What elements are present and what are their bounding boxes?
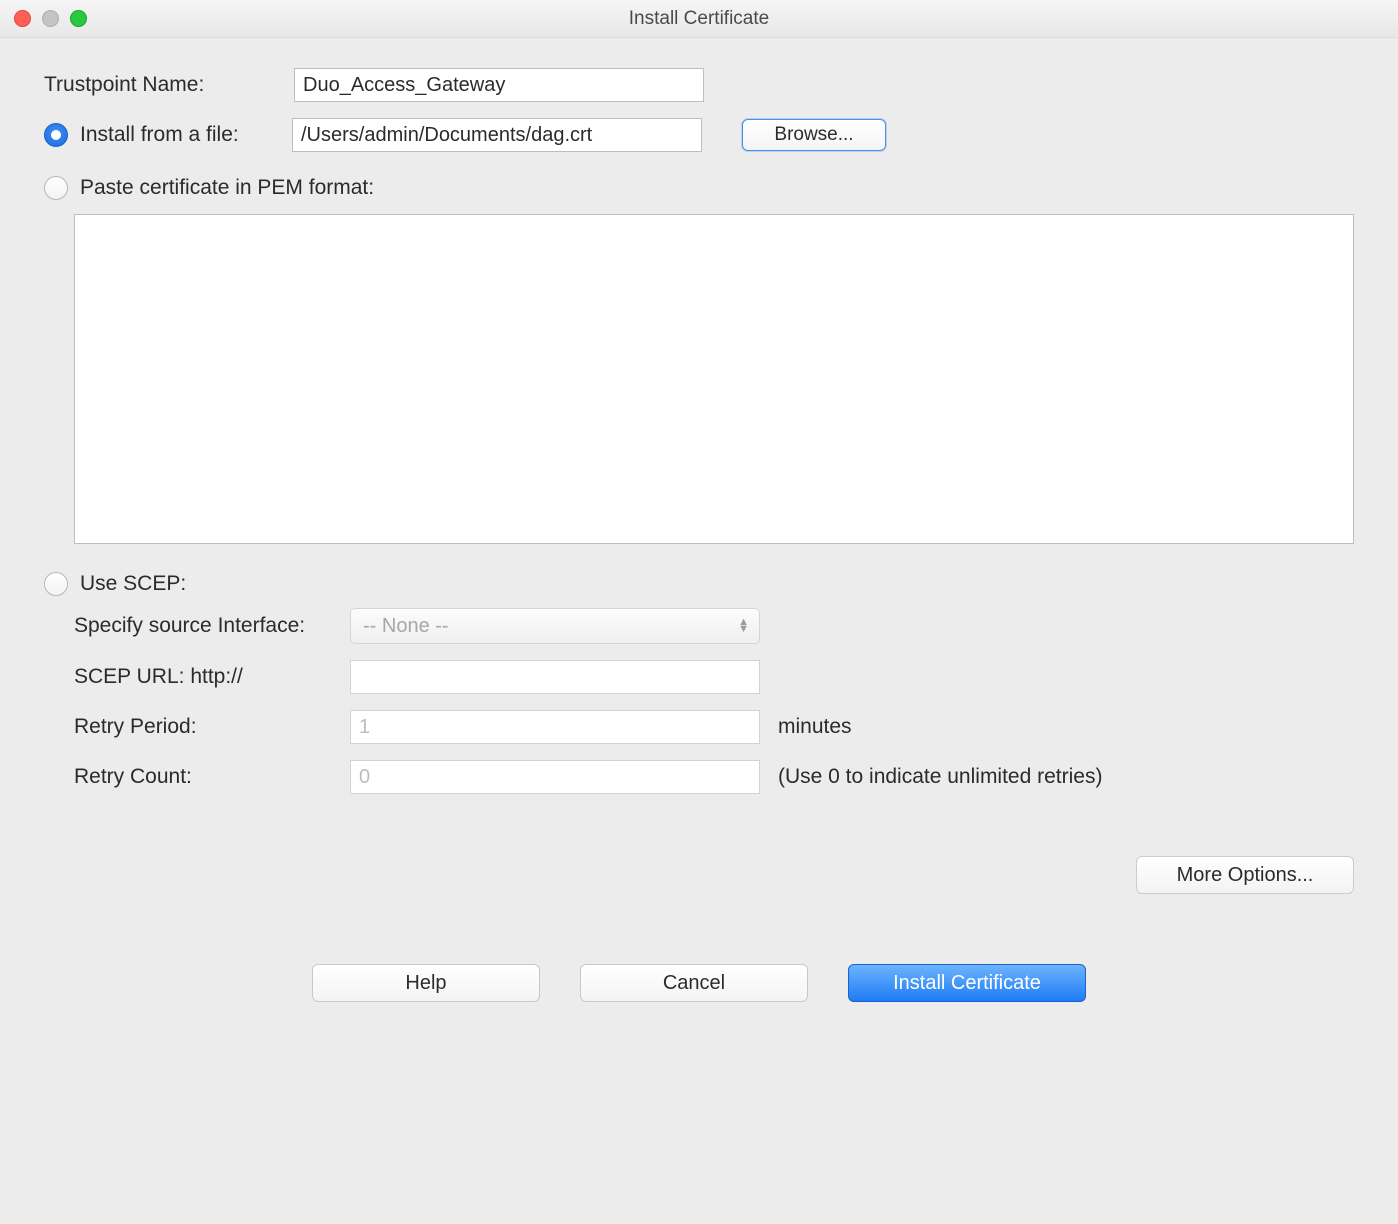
help-button[interactable]: Help	[312, 964, 540, 1002]
source-interface-select[interactable]: -- None -- ▲▼	[350, 608, 760, 644]
paste-pem-label: Paste certificate in PEM format:	[80, 176, 374, 200]
source-interface-label: Specify source Interface:	[74, 614, 350, 638]
titlebar: Install Certificate	[0, 0, 1398, 38]
pem-textarea[interactable]	[74, 214, 1354, 544]
install-from-file-label: Install from a file:	[80, 123, 292, 147]
file-path-input[interactable]	[292, 118, 702, 152]
trustpoint-name-input[interactable]	[294, 68, 704, 102]
use-scep-radio[interactable]	[44, 572, 68, 596]
chevron-up-down-icon: ▲▼	[738, 619, 749, 633]
scep-url-label: SCEP URL: http://	[74, 665, 350, 689]
window-title: Install Certificate	[0, 8, 1398, 30]
more-options-button[interactable]: More Options...	[1136, 856, 1354, 894]
source-interface-value: -- None --	[363, 615, 449, 638]
retry-count-input[interactable]	[350, 760, 760, 794]
retry-count-label: Retry Count:	[74, 765, 350, 789]
install-from-file-radio[interactable]	[44, 123, 68, 147]
use-scep-label: Use SCEP:	[80, 572, 186, 596]
retry-period-suffix: minutes	[778, 715, 852, 739]
trustpoint-name-label: Trustpoint Name:	[44, 73, 294, 97]
paste-pem-radio[interactable]	[44, 176, 68, 200]
retry-count-suffix: (Use 0 to indicate unlimited retries)	[778, 765, 1102, 789]
install-certificate-button[interactable]: Install Certificate	[848, 964, 1086, 1002]
browse-button[interactable]: Browse...	[742, 119, 886, 151]
scep-url-input[interactable]	[350, 660, 760, 694]
retry-period-label: Retry Period:	[74, 715, 350, 739]
cancel-button[interactable]: Cancel	[580, 964, 808, 1002]
retry-period-input[interactable]	[350, 710, 760, 744]
